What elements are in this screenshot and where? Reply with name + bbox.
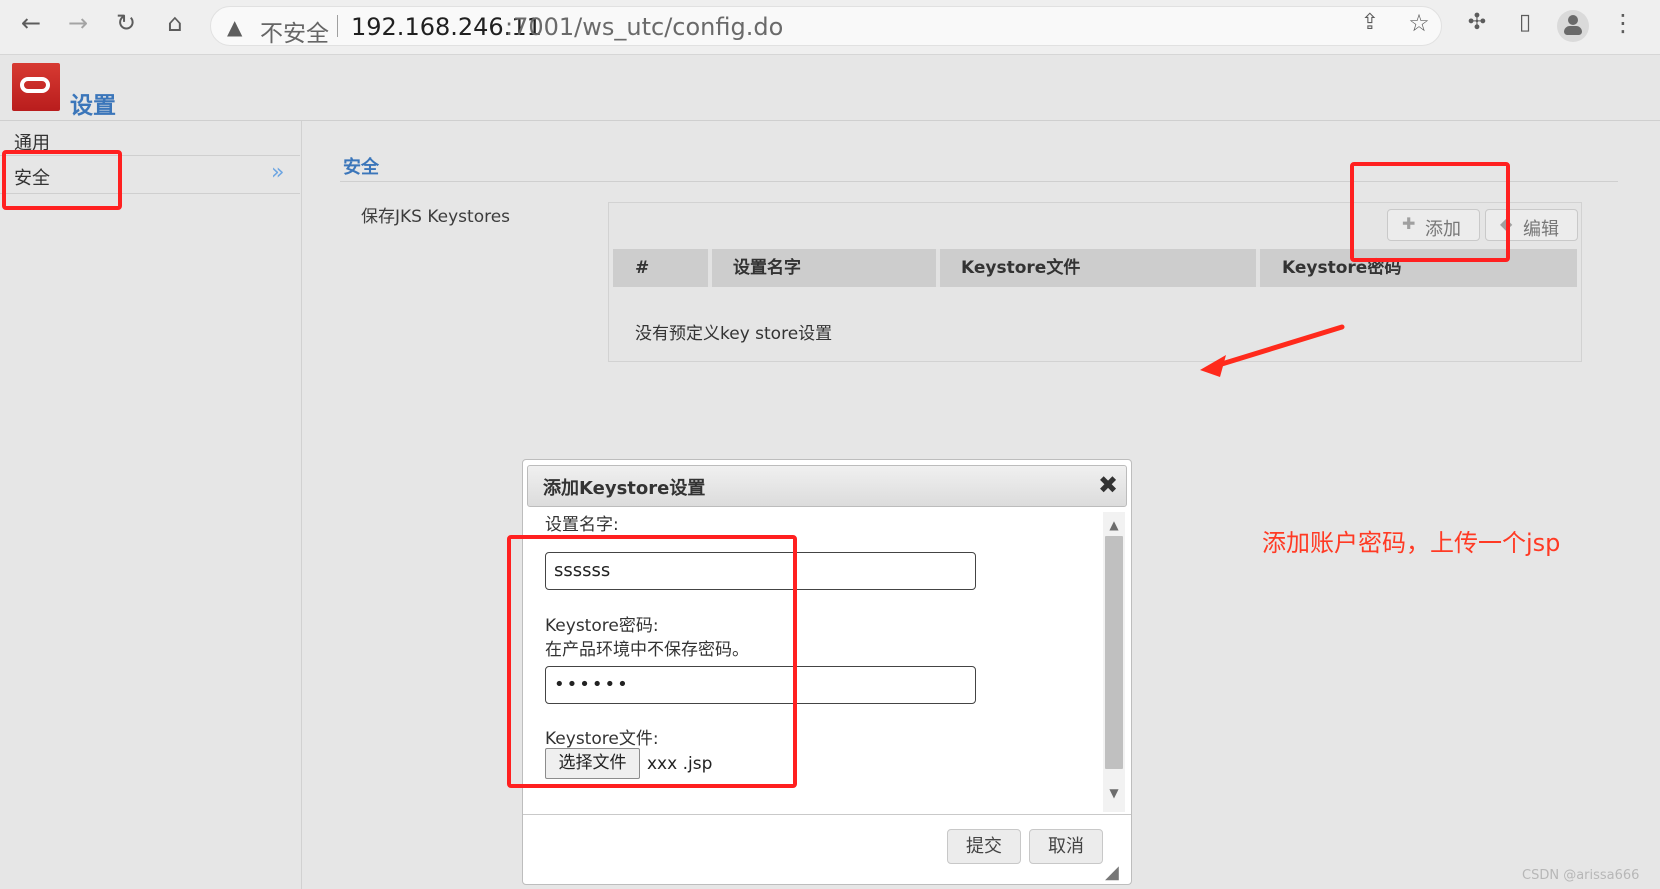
submit-button[interactable]: 提交: [947, 829, 1021, 864]
home-icon[interactable]: ⌂: [160, 8, 190, 38]
reload-icon[interactable]: ↻: [111, 8, 141, 38]
dialog-header: 添加Keystore设置 ✖: [527, 465, 1127, 507]
dialog-scrollbar[interactable]: ▲ ▼: [1103, 512, 1125, 812]
star-icon[interactable]: ☆: [1404, 8, 1434, 38]
back-arrow-icon[interactable]: ←: [16, 8, 46, 38]
section-title: 安全: [343, 157, 379, 178]
address-divider: [337, 15, 338, 37]
warning-icon: ▲: [227, 15, 243, 39]
insecure-label: 不安全: [260, 21, 329, 47]
add-button-highlight-box: [1350, 162, 1510, 262]
annotation-note: 添加账户密码，上传一个jsp: [1262, 529, 1561, 557]
edit-button-label: 编辑: [1523, 219, 1559, 240]
avatar[interactable]: [1557, 10, 1589, 42]
watermark: CSDN @arissa666: [1522, 868, 1640, 883]
double-chevron-icon[interactable]: »: [271, 160, 284, 185]
scroll-down-icon[interactable]: ▼: [1108, 786, 1120, 800]
cancel-button[interactable]: 取消: [1029, 829, 1103, 864]
oracle-logo: [12, 63, 60, 111]
page-title: 设置: [70, 93, 116, 119]
scroll-thumb[interactable]: [1105, 536, 1123, 769]
annotation-arrow: [1200, 324, 1345, 377]
address-bar[interactable]: ▲ 不安全 192.168.246.11 :7001/ws_utc/config…: [210, 6, 1442, 47]
puzzle-icon[interactable]: ✣: [1462, 8, 1492, 38]
form-highlight-box: [507, 535, 797, 788]
share-icon[interactable]: ⇪: [1355, 8, 1385, 38]
sidebar: 通用 安全 »: [0, 121, 302, 889]
forward-arrow-icon[interactable]: →: [63, 8, 93, 38]
dialog-title: 添加Keystore设置: [543, 478, 706, 499]
browser-toolbar: ← → ↻ ⌂ ▲ 不安全 192.168.246.11 :7001/ws_ut…: [0, 0, 1660, 55]
sidebar-highlight-box: [2, 150, 122, 210]
keystore-label: 保存JKS Keystores: [361, 207, 511, 227]
page-content: 设置 通用 安全 » 安全 保存JKS Keystores ✚ 添加 ◆ 编辑 …: [0, 55, 1660, 889]
more-vertical-icon[interactable]: ⋮: [1608, 8, 1638, 38]
setting-name-label: 设置名字:: [545, 515, 619, 535]
column-keystore-file: Keystore文件: [940, 249, 1260, 287]
close-icon[interactable]: ✖: [1098, 471, 1118, 499]
resize-handle-icon[interactable]: ◢: [1105, 862, 1119, 883]
column-setting-name: 设置名字: [712, 249, 940, 287]
dialog-footer-divider: [523, 814, 1131, 815]
side-panel-icon[interactable]: ▯: [1510, 8, 1540, 38]
empty-table-message: 没有预定义key store设置: [635, 324, 833, 344]
url-path: :7001/ws_utc/config.do: [505, 13, 784, 41]
column-number: #: [613, 249, 712, 287]
scroll-up-icon[interactable]: ▲: [1108, 518, 1120, 532]
